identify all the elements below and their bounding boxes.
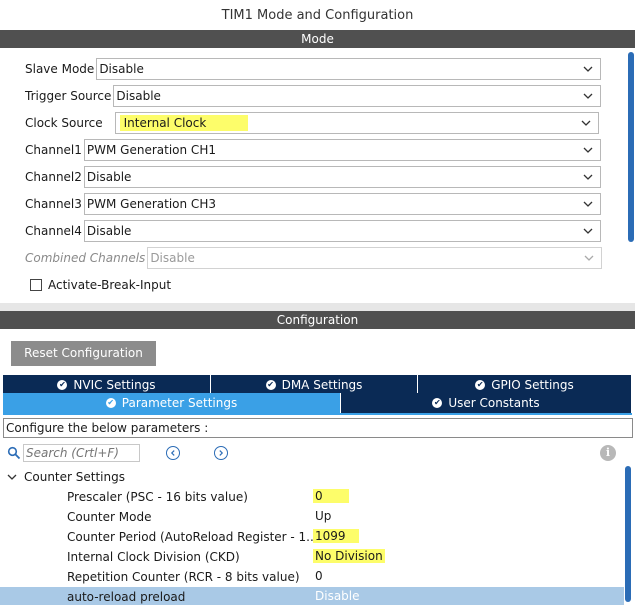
slave-mode-value: Disable bbox=[99, 62, 144, 76]
tab-underline bbox=[3, 413, 632, 415]
chevron-down-icon bbox=[582, 144, 594, 156]
param-value[interactable]: No Division bbox=[313, 549, 385, 563]
trigger-source-select[interactable]: Disable bbox=[113, 85, 602, 107]
activate-break-input-label: Activate-Break-Input bbox=[48, 278, 172, 292]
param-name: Prescaler (PSC - 16 bits value) bbox=[67, 490, 248, 504]
channel3-select[interactable]: PWM Generation CH3 bbox=[83, 193, 601, 215]
param-row-counter-mode[interactable]: Counter Mode Up bbox=[0, 507, 624, 527]
instructions-text: Configure the below parameters : bbox=[3, 418, 633, 438]
param-name: Repetition Counter (RCR - 8 bits value) bbox=[67, 570, 300, 584]
channel1-label: Channel1 bbox=[25, 143, 82, 157]
param-row-auto-reload-preload[interactable]: auto-reload preload Disable bbox=[0, 587, 624, 605]
param-value[interactable]: 0 bbox=[313, 569, 325, 583]
param-value[interactable]: 0 bbox=[313, 489, 349, 503]
channel2-row: Channel2 Disable bbox=[25, 166, 601, 188]
tab-label: Parameter Settings bbox=[121, 396, 238, 410]
combined-channels-select: Disable bbox=[147, 247, 603, 269]
counter-settings-group[interactable]: Counter Settings bbox=[6, 468, 125, 486]
trigger-source-row: Trigger Source Disable bbox=[25, 85, 602, 107]
chevron-right-icon bbox=[219, 450, 224, 456]
channel4-row: Channel4 Disable bbox=[25, 220, 601, 242]
param-name: Counter Period (AutoReload Register - 1.… bbox=[67, 530, 318, 544]
channel3-label: Channel3 bbox=[25, 197, 82, 211]
check-circle-icon: ✔ bbox=[105, 398, 116, 408]
info-icon[interactable]: i bbox=[600, 445, 616, 461]
tab-row-1: ✔ NVIC Settings ✔ DMA Settings ✔ GPIO Se… bbox=[3, 375, 631, 395]
panel-splitter[interactable] bbox=[0, 303, 635, 311]
channel1-value: PWM Generation CH1 bbox=[86, 143, 216, 157]
slave-mode-select[interactable]: Disable bbox=[96, 58, 602, 80]
tab-user-constants[interactable]: ✔ User Constants bbox=[341, 393, 631, 413]
check-circle-icon: ✔ bbox=[432, 398, 443, 408]
chevron-down-icon bbox=[580, 117, 592, 129]
param-value[interactable]: Disable bbox=[313, 589, 362, 603]
channel2-select[interactable]: Disable bbox=[83, 166, 601, 188]
tab-parameter-settings[interactable]: ✔ Parameter Settings bbox=[3, 393, 341, 413]
channel1-select[interactable]: PWM Generation CH1 bbox=[83, 139, 601, 161]
search-row: i bbox=[3, 442, 633, 464]
channel1-row: Channel1 PWM Generation CH1 bbox=[25, 139, 601, 161]
combined-channels-label: Combined Channels bbox=[25, 251, 146, 265]
check-circle-icon: ✔ bbox=[475, 380, 486, 390]
slave-mode-label: Slave Mode bbox=[25, 62, 95, 76]
channel3-row: Channel3 PWM Generation CH3 bbox=[25, 193, 601, 215]
check-circle-icon: ✔ bbox=[57, 380, 68, 390]
mode-section-header: Mode bbox=[0, 30, 635, 48]
tab-label: DMA Settings bbox=[281, 378, 363, 392]
next-match-button[interactable] bbox=[214, 446, 228, 460]
tab-label: NVIC Settings bbox=[73, 378, 156, 392]
chevron-down-icon bbox=[582, 90, 594, 102]
channel4-value: Disable bbox=[86, 224, 132, 238]
group-label: Counter Settings bbox=[24, 470, 125, 484]
channel2-value: Disable bbox=[86, 170, 132, 184]
chevron-down-icon bbox=[582, 171, 594, 183]
reset-configuration-button[interactable]: Reset Configuration bbox=[11, 341, 156, 366]
search-input[interactable] bbox=[23, 444, 140, 462]
mode-scrollbar[interactable] bbox=[628, 52, 634, 242]
clock-source-label: Clock Source bbox=[25, 116, 103, 130]
param-row-counter-period[interactable]: Counter Period (AutoReload Register - 1.… bbox=[0, 527, 624, 547]
chevron-down-icon bbox=[583, 252, 595, 264]
chevron-left-icon bbox=[170, 450, 175, 456]
tab-nvic-settings[interactable]: ✔ NVIC Settings bbox=[3, 375, 211, 395]
window-title: TIM1 Mode and Configuration bbox=[221, 8, 414, 23]
tab-row-2: ✔ Parameter Settings ✔ User Constants bbox=[3, 393, 631, 413]
param-row-clock-division[interactable]: Internal Clock Division (CKD) No Divisio… bbox=[0, 547, 624, 567]
configuration-section-header: Configuration bbox=[0, 311, 635, 329]
search-icon bbox=[7, 446, 21, 460]
param-row-prescaler[interactable]: Prescaler (PSC - 16 bits value) 0 bbox=[0, 487, 624, 507]
chevron-down-icon bbox=[582, 63, 594, 75]
chevron-down-icon[interactable] bbox=[6, 471, 18, 483]
combined-channels-value: Disable bbox=[150, 251, 195, 265]
param-name: Internal Clock Division (CKD) bbox=[67, 550, 240, 564]
previous-match-button[interactable] bbox=[166, 446, 180, 460]
channel4-label: Channel4 bbox=[25, 224, 82, 238]
combined-channels-row: Combined Channels Disable bbox=[25, 247, 603, 269]
param-value[interactable]: Up bbox=[313, 509, 333, 523]
channel3-value: PWM Generation CH3 bbox=[86, 197, 216, 211]
clock-source-select[interactable]: Internal Clock bbox=[114, 112, 599, 134]
channel2-label: Channel2 bbox=[25, 170, 82, 184]
activate-break-input-row[interactable]: Activate-Break-Input bbox=[30, 277, 171, 293]
activate-break-input-checkbox[interactable] bbox=[30, 279, 42, 291]
trigger-source-label: Trigger Source bbox=[25, 89, 112, 103]
tab-label: User Constants bbox=[448, 396, 540, 410]
tab-gpio-settings[interactable]: ✔ GPIO Settings bbox=[418, 375, 631, 395]
param-name: Counter Mode bbox=[67, 510, 152, 524]
tab-dma-settings[interactable]: ✔ DMA Settings bbox=[211, 375, 418, 395]
parameters-scrollbar[interactable] bbox=[625, 466, 631, 602]
clock-source-value: Internal Clock bbox=[119, 115, 249, 131]
chevron-down-icon bbox=[582, 198, 594, 210]
chevron-down-icon bbox=[582, 225, 594, 237]
channel4-select[interactable]: Disable bbox=[83, 220, 601, 242]
check-circle-icon: ✔ bbox=[265, 380, 276, 390]
clock-source-row: Clock Source Internal Clock bbox=[25, 112, 599, 134]
tab-label: GPIO Settings bbox=[491, 378, 574, 392]
trigger-source-value: Disable bbox=[116, 89, 161, 103]
slave-mode-row: Slave Mode Disable bbox=[25, 58, 602, 80]
param-value[interactable]: 1099 bbox=[313, 529, 359, 543]
param-name: auto-reload preload bbox=[67, 590, 186, 604]
param-row-repetition-counter[interactable]: Repetition Counter (RCR - 8 bits value) … bbox=[0, 567, 624, 587]
